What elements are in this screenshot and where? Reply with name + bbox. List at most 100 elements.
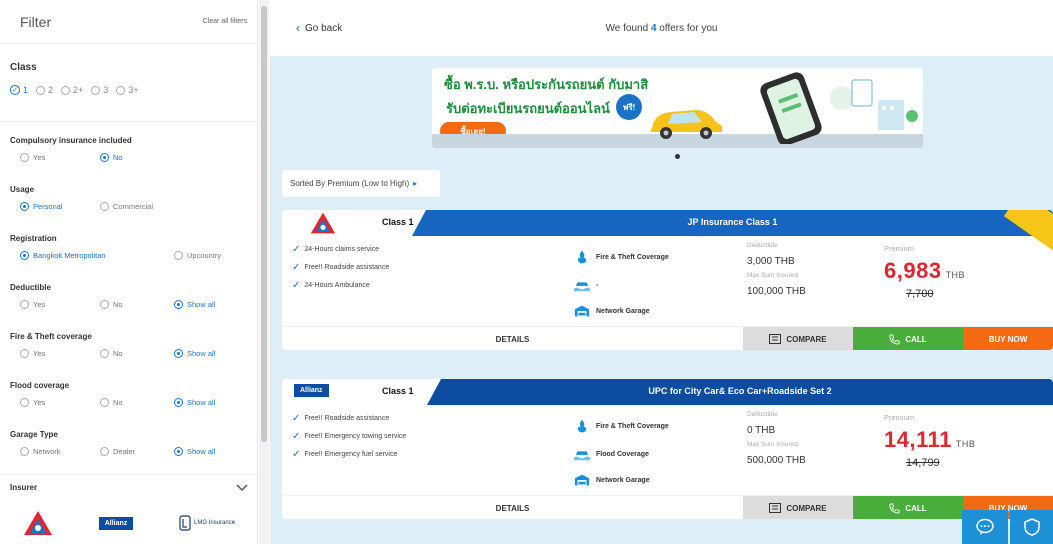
coverage-flood: Flood Coverage — [574, 447, 649, 461]
radio-selected-icon — [174, 300, 183, 309]
class-option-2[interactable]: 2 — [36, 85, 53, 95]
flood-show-all-radio[interactable]: Show all — [174, 398, 215, 407]
offer-feature: ✓ 24-Hours claims service — [292, 244, 380, 255]
fire-theft-yes-radio[interactable]: Yes — [20, 349, 45, 358]
class-option-2plus[interactable]: 2+ — [61, 85, 83, 95]
flood-no-radio[interactable]: No — [100, 398, 123, 407]
chevron-left-icon: ‹ — [296, 21, 300, 35]
call-button[interactable]: CALL — [853, 496, 963, 519]
compare-icon — [769, 334, 782, 344]
compare-button[interactable]: COMPARE — [743, 496, 853, 519]
details-button[interactable]: DETAILS — [282, 327, 743, 350]
class-option-3[interactable]: 3 — [91, 85, 108, 95]
go-back-link[interactable]: ‹ Go back — [296, 21, 342, 35]
carousel-indicator[interactable] — [675, 154, 680, 159]
buy-now-button[interactable]: BUY NOW — [963, 327, 1053, 350]
insurer-label: Insurer — [10, 483, 38, 492]
garage-icon — [574, 305, 590, 317]
fire-theft-icon — [577, 419, 587, 433]
deductible-yes-radio[interactable]: Yes — [20, 300, 45, 309]
chat-button[interactable] — [962, 510, 1008, 544]
jp-insurance-logo — [310, 212, 336, 234]
compulsory-yes-radio[interactable]: Yes — [20, 153, 45, 162]
registration-upcountry-radio[interactable]: Upcountry — [174, 251, 221, 260]
lmg-insurance-logo[interactable]: LMG Insurance — [179, 515, 235, 531]
filter-label: Registration — [10, 234, 57, 243]
results-topbar: ‹ Go back We found 4 offers for you — [270, 0, 1053, 56]
promo-banner[interactable]: ซื้อ พ.ร.บ. หรือประกันรถยนต์ กับมาสิ รับ… — [432, 68, 923, 148]
garage-show-all-radio[interactable]: Show all — [174, 447, 215, 456]
filter-garage-type: Garage Type Network Dealer Show all — [10, 430, 250, 459]
filter-header: Filter Clear all filters — [0, 0, 257, 44]
allianz-logo[interactable]: Allianz — [98, 516, 134, 530]
garage-dealer-radio[interactable]: Dealer — [100, 447, 135, 456]
jp-insurance-logo[interactable] — [23, 510, 53, 536]
offers-found-text: We found 4 offers for you — [605, 22, 718, 34]
lmg-emblem-icon — [179, 515, 191, 531]
usage-commercial-radio[interactable]: Commercial — [100, 202, 153, 211]
garage-network-radio[interactable]: Network — [20, 447, 61, 456]
radio-selected-icon — [174, 447, 183, 456]
banner-headline: ซื้อ พ.ร.บ. หรือประกันรถยนต์ กับมาสิ — [444, 77, 649, 92]
filter-title: Filter — [20, 13, 52, 30]
deductible-label: Deductible — [747, 411, 778, 418]
class-filter: Class ✓ 1 2 2+ 3 3+ — [0, 44, 257, 122]
details-button[interactable]: DETAILS — [282, 496, 743, 519]
radio-icon — [116, 85, 126, 95]
chat-bubble-icon — [976, 518, 994, 535]
fire-theft-no-radio[interactable]: No — [100, 349, 123, 358]
offer-card: Allianz Class 1 UPC for City Car& Eco Ca… — [282, 379, 1053, 519]
sort-dropdown[interactable]: Sorted By Premium (Low to High) ▸ — [282, 170, 440, 197]
original-price: 7,700 — [906, 288, 934, 300]
offer-body: ✓ 24-Hours claims service ✓ Free!! Roadsid… — [282, 236, 1053, 326]
radio-selected-icon — [174, 398, 183, 407]
phone-illustration — [760, 72, 822, 144]
flood-yes-radio[interactable]: Yes — [20, 398, 45, 407]
call-button[interactable]: CALL — [853, 327, 963, 350]
offer-feature: ✓ Free!! Emergency towing service — [292, 431, 407, 442]
offer-product-name: UPC for City Car& Eco Car+Roadside Set 2 — [648, 386, 832, 396]
filter-compulsory: Compulsory insurance included Yes No — [10, 136, 250, 165]
radio-selected-icon — [100, 153, 109, 162]
offers-count: 4 — [650, 22, 657, 34]
document-shield-illustration — [830, 79, 918, 130]
radio-icon — [20, 153, 29, 162]
deductible-show-all-radio[interactable]: Show all — [174, 300, 215, 309]
radio-selected-icon — [174, 349, 183, 358]
class-option-1[interactable]: ✓ 1 — [10, 85, 28, 95]
offer-feature: ✓ Free!! Roadside assistance — [292, 262, 390, 273]
insurer-logos: Allianz LMG Insurance — [0, 510, 257, 536]
radio-icon — [174, 251, 183, 260]
compulsory-no-radio[interactable]: No — [100, 153, 123, 162]
results-panel: ‹ Go back We found 4 offers for you ซื้อ… — [270, 0, 1053, 544]
max-sum-value: 500,000 THB — [747, 455, 806, 466]
compare-button[interactable]: COMPARE — [743, 327, 853, 350]
class-option-3plus[interactable]: 3+ — [116, 85, 139, 95]
registration-bangkok-radio[interactable]: Bangkok Metropolitan — [20, 251, 106, 260]
contact-button[interactable] — [1010, 510, 1053, 544]
offer-actions: DETAILS COMPARE CALL BUY NOW — [282, 495, 1053, 519]
offer-card: Class 1 JP Insurance Class 1 ✓ 24-Hours c… — [282, 210, 1053, 350]
premium-price: 14,111 THB — [884, 427, 976, 452]
radio-icon — [20, 349, 29, 358]
sidebar-scrollbar[interactable] — [259, 0, 269, 544]
filter-label: Compulsory insurance included — [10, 136, 132, 145]
phone-icon — [889, 333, 900, 345]
max-sum-label: Max Sum Insured — [747, 272, 798, 279]
scrollbar-thumb[interactable] — [261, 6, 267, 442]
flood-car-icon — [574, 451, 590, 461]
radio-icon — [100, 398, 109, 407]
fire-theft-show-all-radio[interactable]: Show all — [174, 349, 215, 358]
radio-icon — [36, 85, 46, 95]
filter-label: Deductible — [10, 283, 51, 292]
radio-icon — [61, 85, 71, 95]
clear-all-filters-link[interactable]: Clear all filters — [203, 18, 247, 25]
deductible-value: 0 THB — [747, 425, 776, 436]
usage-personal-radio[interactable]: Personal — [20, 202, 63, 211]
car-illustration — [650, 110, 722, 139]
premium-label: Premium — [884, 413, 915, 422]
radio-icon — [100, 349, 109, 358]
deductible-no-radio[interactable]: No — [100, 300, 123, 309]
insurer-filter-header[interactable]: Insurer — [0, 474, 257, 500]
banner-subline: รับต่อทะเบียนรถยนต์ออนไลน์ — [446, 101, 610, 116]
